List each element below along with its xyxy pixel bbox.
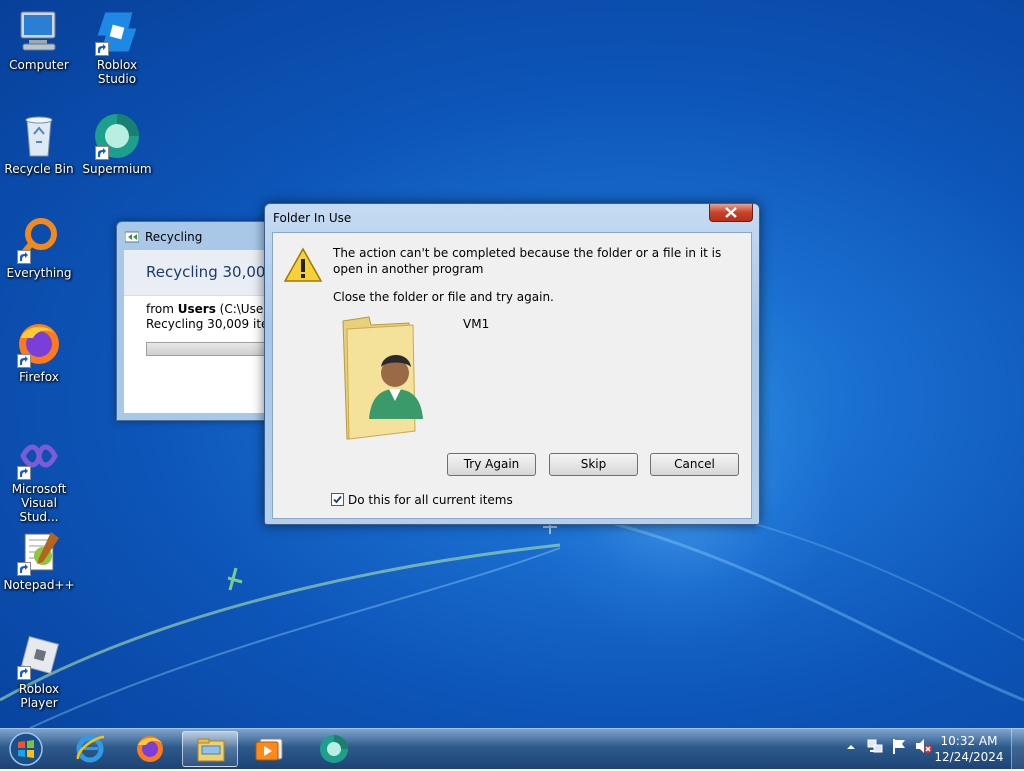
desktop-icon-roblox-studio[interactable]: Roblox Studio	[78, 8, 156, 86]
desktop-icon-computer[interactable]: Computer	[0, 8, 78, 72]
supermium-icon	[320, 735, 348, 763]
window-title: Recycling	[124, 228, 202, 246]
start-button[interactable]	[6, 730, 46, 768]
close-button[interactable]	[709, 204, 753, 222]
volume-tray-icon[interactable]	[914, 737, 932, 758]
close-icon	[725, 207, 737, 218]
desktop-icon-label: Microsoft Visual Stud...	[11, 482, 67, 524]
clock-date: 12/24/2024	[934, 750, 1004, 764]
media-player-icon	[255, 738, 283, 761]
computer-icon	[15, 8, 63, 56]
clock-time: 10:32 AM	[940, 734, 998, 748]
folder-in-use-dialog[interactable]: Folder In Use The action can't be comple…	[264, 203, 760, 525]
checkbox-label: Do this for all current items	[348, 493, 513, 507]
skip-button[interactable]: Skip	[549, 453, 638, 476]
source-folder-name: Users	[177, 302, 216, 316]
shortcut-arrow-icon	[17, 250, 31, 264]
shortcut-arrow-icon	[95, 42, 109, 56]
folder-icon	[197, 738, 225, 762]
supermium-icon	[93, 112, 141, 160]
shortcut-arrow-icon	[17, 466, 31, 480]
action-center-tray-icon[interactable]	[890, 737, 908, 758]
internet-explorer-icon	[76, 735, 105, 763]
desktop-icon-supermium[interactable]: Supermium	[78, 112, 156, 176]
show-hidden-icons-button[interactable]	[846, 741, 856, 755]
progress-bar	[146, 342, 277, 356]
network-icon	[867, 739, 883, 753]
apply-to-all-checkbox[interactable]: Do this for all current items	[331, 493, 513, 507]
roblox-studio-icon	[93, 8, 141, 56]
desktop-icon-notepad-plus-plus[interactable]: Notepad++	[0, 528, 78, 592]
user-folder-icon	[342, 316, 423, 440]
instruction-text: Close the folder or file and try again.	[333, 290, 554, 304]
windows-orb-icon	[9, 732, 43, 766]
desktop-icon-firefox[interactable]: Firefox	[0, 320, 78, 384]
shortcut-arrow-icon	[17, 354, 31, 368]
desktop-icon-label: Computer	[9, 58, 69, 72]
items-line: Recycling 30,009 items	[146, 317, 277, 331]
shortcut-arrow-icon	[17, 666, 31, 680]
desktop-icon-label: Everything	[6, 266, 72, 280]
progress-header-text: Recycling 30,009	[146, 263, 275, 281]
clock[interactable]: 10:32 AM 12/24/2024	[934, 733, 1004, 765]
roblox-player-icon	[15, 632, 63, 680]
shortcut-arrow-icon	[95, 146, 109, 160]
desktop-icon-label: Firefox	[19, 370, 59, 384]
dialog-title: Folder In Use	[273, 211, 352, 225]
flag-icon	[893, 739, 905, 754]
source-line: from Users (C:\Users)	[146, 302, 277, 316]
checkmark-icon	[333, 495, 342, 504]
everything-search-icon	[15, 216, 63, 264]
taskbar-firefox[interactable]	[122, 731, 178, 767]
visual-studio-icon	[15, 432, 63, 480]
desktop-icon-label: Notepad++	[3, 578, 75, 592]
recycle-progress-icon	[124, 230, 140, 243]
checkbox-box[interactable]	[331, 493, 344, 506]
taskbar-windows-explorer[interactable]	[182, 731, 238, 767]
desktop-icon-label: Supermium	[82, 162, 152, 176]
taskbar-supermium[interactable]	[306, 731, 362, 767]
window-body: Recycling 30,009 from Users (C:\Users) R…	[124, 250, 277, 413]
desktop-icon-visual-studio[interactable]: Microsoft Visual Stud...	[0, 432, 78, 524]
dialog-client-area: The action can't be completed because th…	[272, 232, 752, 519]
desktop: Computer Roblox Studio Recycle Bin Super…	[0, 0, 1024, 728]
desktop-icon-label: Roblox Studio	[96, 58, 138, 86]
desktop-icon-label: Roblox Player	[18, 682, 60, 710]
desktop-icon-recycle-bin[interactable]: Recycle Bin	[0, 112, 78, 176]
cancel-button[interactable]: Cancel	[650, 453, 739, 476]
folder-name: VM1	[463, 317, 490, 331]
desktop-icon-everything[interactable]: Everything	[0, 216, 78, 280]
desktop-icon-roblox-player[interactable]: Roblox Player	[0, 632, 78, 710]
volume-muted-icon	[916, 739, 932, 753]
recycle-bin-icon	[15, 112, 63, 160]
notepad-plus-plus-icon	[15, 528, 63, 576]
firefox-icon	[15, 320, 63, 368]
taskbar-internet-explorer[interactable]	[62, 731, 118, 767]
error-message: The action can't be completed because th…	[333, 246, 722, 276]
progress-header: Recycling 30,009	[124, 250, 277, 296]
desktop-icon-label: Recycle Bin	[4, 162, 74, 176]
show-desktop-button[interactable]	[1011, 729, 1024, 769]
taskbar: 10:32 AM 12/24/2024	[0, 728, 1024, 769]
warning-icon	[283, 247, 323, 282]
recycling-progress-window[interactable]: Recycling Recycling 30,009 from Users (C…	[116, 221, 278, 421]
firefox-icon	[137, 736, 163, 762]
network-tray-icon[interactable]	[866, 737, 884, 758]
try-again-button[interactable]: Try Again	[447, 453, 536, 476]
shortcut-arrow-icon	[17, 562, 31, 576]
taskbar-media-player[interactable]	[242, 731, 298, 767]
chevron-up-icon	[847, 745, 855, 749]
